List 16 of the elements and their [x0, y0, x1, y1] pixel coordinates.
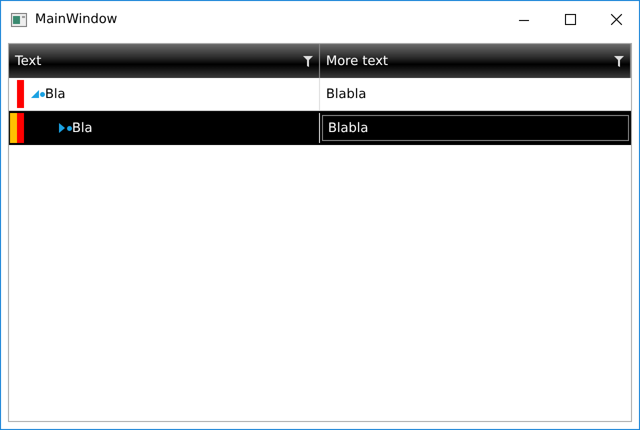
maximize-icon[interactable]: [564, 14, 576, 25]
filter-icon[interactable]: [614, 56, 624, 66]
window-title: MainWindow: [35, 12, 118, 27]
tree-row[interactable]: Bla Blabla: [9, 111, 631, 145]
column-header[interactable]: More text: [320, 44, 631, 78]
filter-icon[interactable]: [303, 56, 313, 66]
table-cell-text: Blabla: [325, 86, 368, 104]
cell-text: Bla: [45, 86, 66, 102]
table-cell: Blabla: [322, 115, 629, 141]
close-icon[interactable]: [610, 14, 622, 25]
cell-text: Bla: [72, 120, 92, 136]
app-icon: [11, 12, 27, 26]
dot-icon: [67, 126, 72, 130]
expander-icon[interactable]: [57, 123, 67, 133]
column-header[interactable]: Text: [9, 44, 320, 78]
dot-icon: [40, 92, 45, 96]
